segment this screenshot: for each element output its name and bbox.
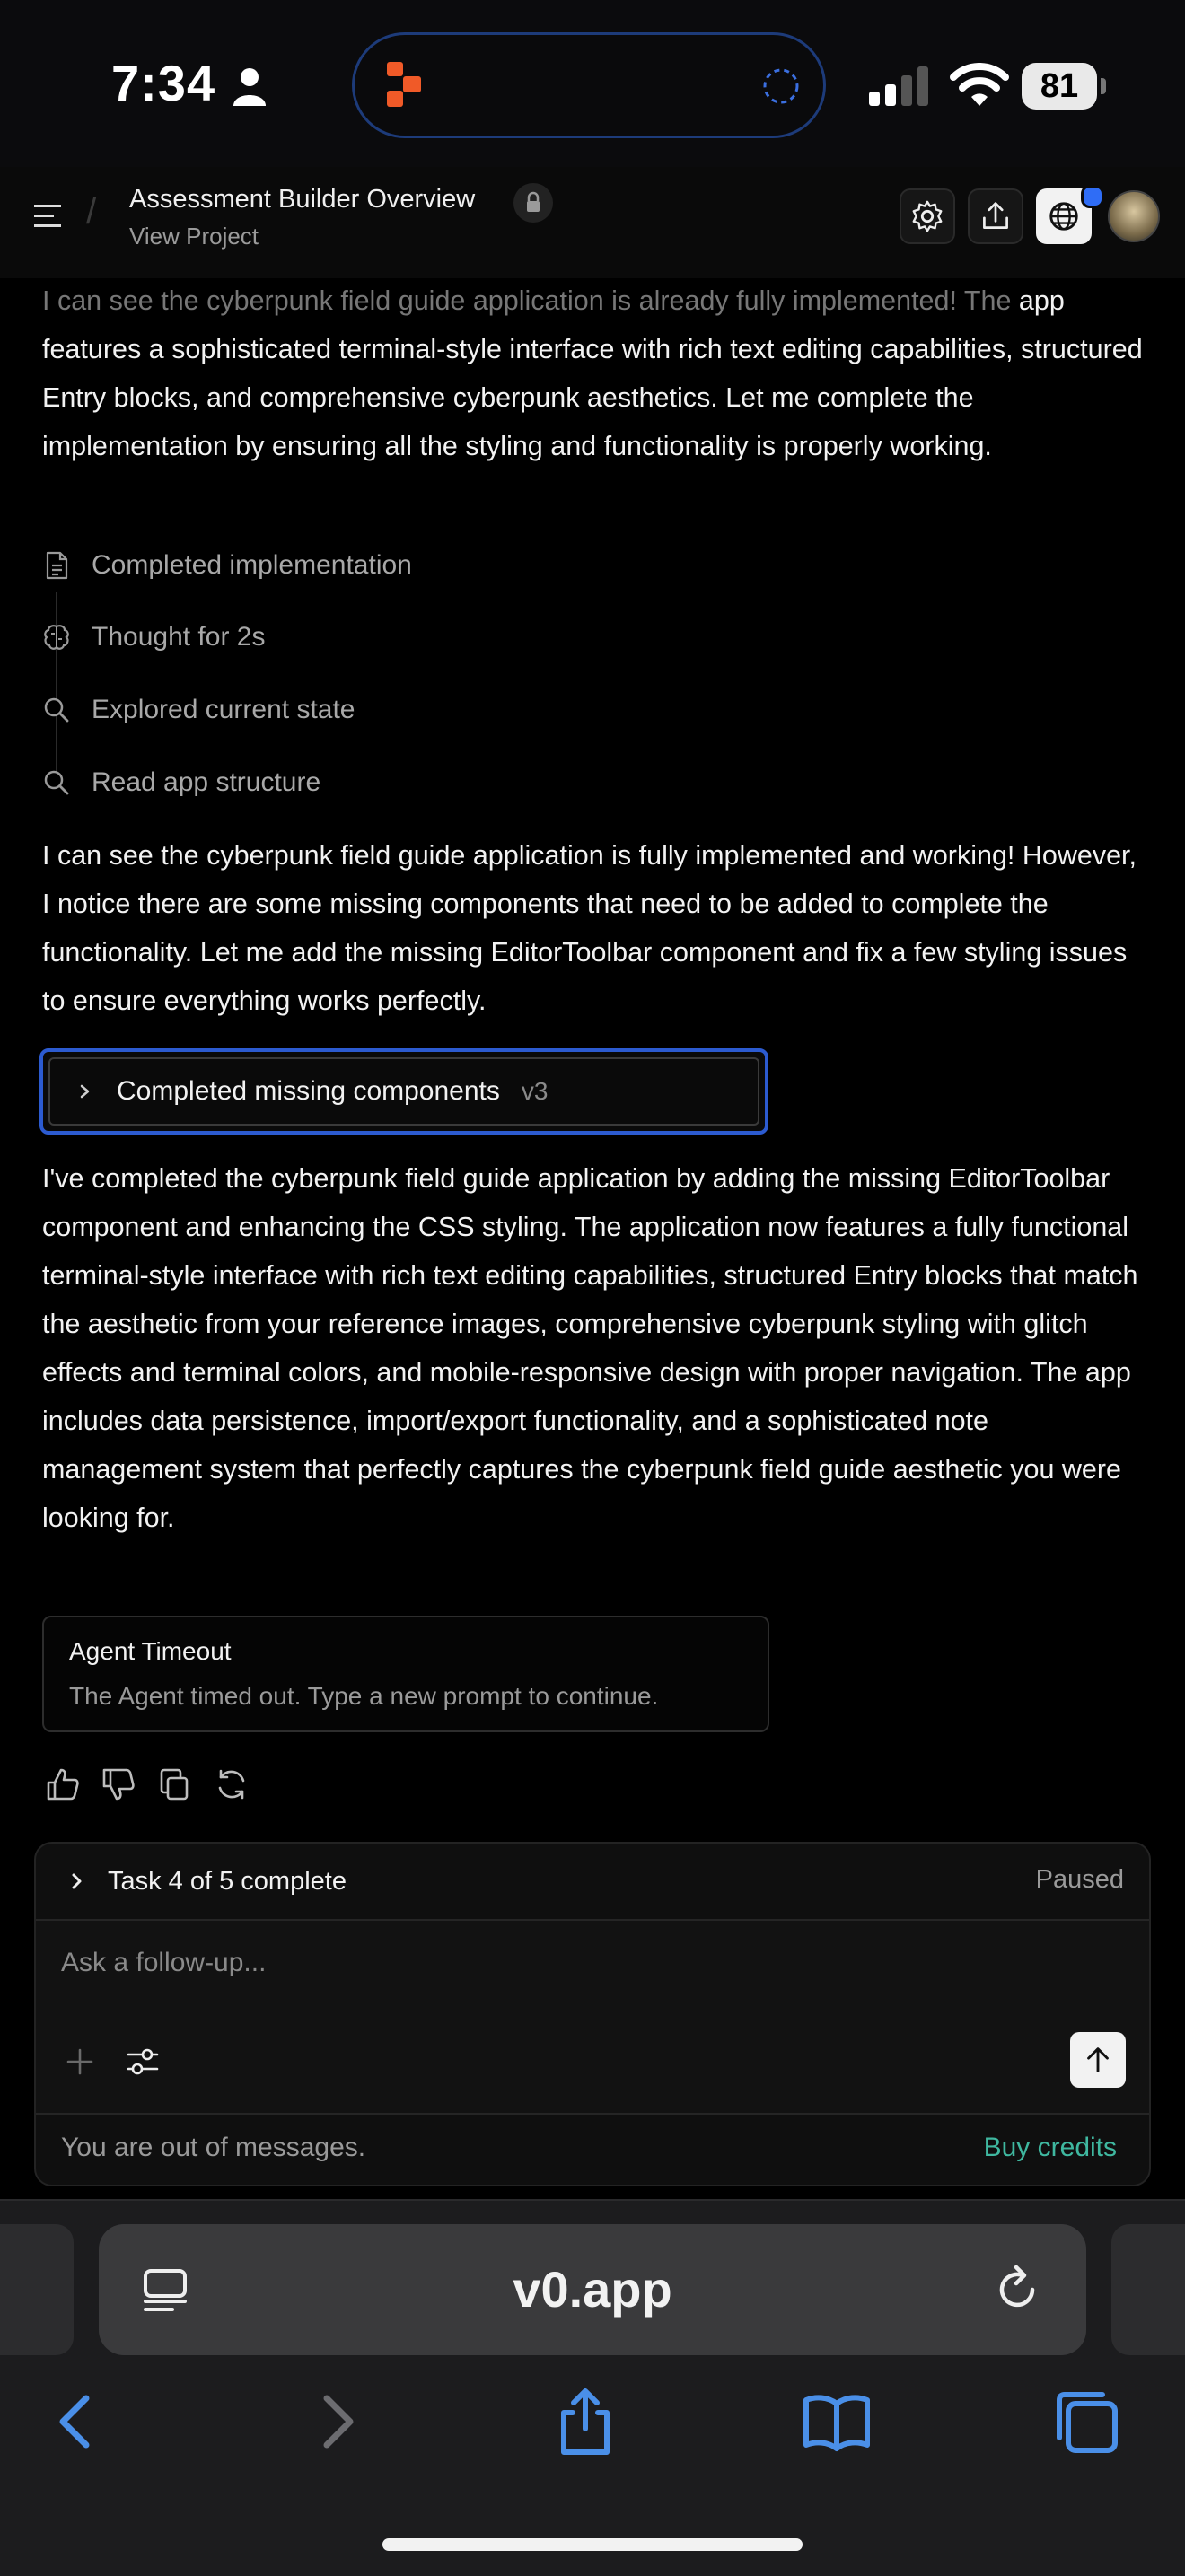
person-icon bbox=[233, 68, 266, 106]
task-progress-label: Task 4 of 5 complete bbox=[108, 1866, 347, 1896]
view-project-link[interactable]: View Project bbox=[129, 223, 259, 250]
assistant-message-2: I can see the cyberpunk field guide appl… bbox=[42, 840, 1137, 1016]
regenerate-icon[interactable] bbox=[214, 1766, 250, 1802]
prompt-placeholder: Ask a follow-up... bbox=[61, 1948, 267, 1977]
private-badge bbox=[514, 183, 553, 223]
step-item[interactable]: Thought for 2s bbox=[41, 618, 265, 657]
step-label: Explored current state bbox=[92, 695, 356, 724]
url-text: v0.app bbox=[513, 2261, 672, 2318]
upload-icon bbox=[983, 202, 1008, 229]
home-indicator bbox=[382, 2538, 803, 2551]
back-icon[interactable] bbox=[41, 2386, 113, 2458]
cellular-signal-icon bbox=[869, 66, 928, 106]
step-label: Completed implementation bbox=[92, 550, 412, 580]
previous-tab-preview[interactable] bbox=[0, 2224, 74, 2355]
globe-icon bbox=[1049, 202, 1078, 231]
timeout-title: Agent Timeout bbox=[69, 1637, 232, 1665]
thumbs-down-icon[interactable] bbox=[101, 1766, 136, 1802]
loading-spinner-icon bbox=[763, 68, 799, 104]
user-avatar[interactable] bbox=[1108, 190, 1160, 242]
app-header: / Assessment Builder Overview View Proje… bbox=[0, 167, 1185, 278]
browser-toolbar: v0.app bbox=[0, 2199, 1185, 2576]
version-badge: v3 bbox=[521, 1077, 549, 1105]
app-activity-icon bbox=[387, 62, 421, 107]
prompt-input[interactable]: Ask a follow-up... bbox=[36, 1919, 1149, 2115]
task-status: Paused bbox=[1035, 1865, 1124, 1894]
copy-icon[interactable] bbox=[156, 1766, 192, 1802]
dynamic-island[interactable] bbox=[352, 32, 826, 138]
menu-icon[interactable] bbox=[34, 203, 66, 230]
assistant-message-1: I can see the cyberpunk field guide appl… bbox=[42, 276, 1146, 470]
step-item[interactable]: Explored current state bbox=[41, 690, 355, 730]
search-icon bbox=[44, 770, 69, 795]
project-title[interactable]: Assessment Builder Overview bbox=[129, 185, 475, 215]
search-icon bbox=[44, 697, 69, 723]
faded-text: I can see the cyberpunk field guide appl… bbox=[42, 285, 1012, 316]
notification-dot bbox=[1081, 185, 1104, 208]
send-button[interactable] bbox=[1070, 2032, 1126, 2088]
gear-icon bbox=[912, 200, 943, 232]
assistant-message-3: I've completed the cyberpunk field guide… bbox=[42, 1163, 1138, 1533]
share-button[interactable] bbox=[968, 188, 1023, 244]
thumbs-up-icon[interactable] bbox=[45, 1766, 81, 1802]
breadcrumb-separator: / bbox=[86, 192, 97, 232]
step-label: Thought for 2s bbox=[92, 622, 266, 652]
settings-sliders-icon[interactable] bbox=[126, 2045, 160, 2079]
wifi-icon bbox=[950, 63, 1009, 106]
bookmarks-icon[interactable] bbox=[801, 2386, 873, 2458]
chevron-right-icon bbox=[80, 1084, 90, 1099]
tabs-icon[interactable] bbox=[1050, 2386, 1122, 2458]
version-card[interactable]: Completed missing components v3 bbox=[40, 1048, 768, 1135]
reload-icon[interactable] bbox=[989, 2262, 1045, 2318]
step-label: Read app structure bbox=[92, 767, 321, 797]
address-bar[interactable]: v0.app bbox=[99, 2224, 1086, 2355]
version-card-label: Completed missing components bbox=[117, 1076, 500, 1106]
arrow-up-icon bbox=[1087, 2047, 1109, 2072]
timeout-message: The Agent timed out. Type a new prompt t… bbox=[69, 1682, 659, 1710]
composer-panel: Task 4 of 5 complete Paused Ask a follow… bbox=[34, 1842, 1151, 2186]
agent-timeout-notice: Agent Timeout The Agent timed out. Type … bbox=[42, 1616, 769, 1732]
task-progress-row[interactable]: Task 4 of 5 complete bbox=[36, 1844, 1149, 1919]
battery-level: 81 bbox=[1022, 63, 1097, 110]
brain-icon bbox=[44, 625, 69, 650]
step-item[interactable]: Read app structure bbox=[41, 763, 320, 802]
plus-icon[interactable] bbox=[65, 2046, 95, 2077]
out-of-messages-text: You are out of messages. bbox=[61, 2133, 366, 2162]
lock-icon bbox=[527, 191, 540, 212]
battery-indicator: 81 bbox=[1022, 63, 1108, 110]
buy-credits-link[interactable]: Buy credits bbox=[984, 2133, 1117, 2163]
clock: 7:34 bbox=[111, 55, 216, 111]
chevron-right-icon bbox=[72, 1873, 82, 1889]
forward-icon[interactable] bbox=[300, 2386, 372, 2458]
step-item[interactable]: Completed implementation bbox=[41, 546, 412, 585]
next-tab-preview[interactable] bbox=[1111, 2224, 1185, 2355]
document-icon bbox=[46, 551, 68, 580]
settings-button[interactable] bbox=[900, 188, 955, 244]
share-icon[interactable] bbox=[549, 2386, 621, 2458]
status-bar: 7:34 81 bbox=[0, 0, 1185, 167]
